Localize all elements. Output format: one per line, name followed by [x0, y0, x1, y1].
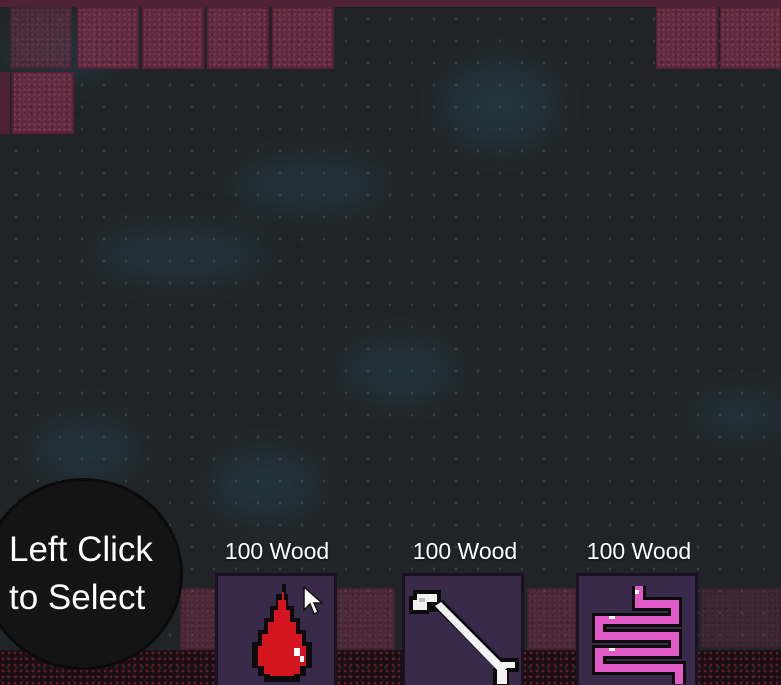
fog-patch — [340, 340, 460, 400]
fog-patch — [230, 160, 390, 210]
flesh-tile — [207, 7, 269, 69]
flesh-tile — [10, 7, 72, 69]
game-viewport[interactable]: Left Click to Select 100 Wood 100 Wood 1… — [0, 0, 781, 685]
fog-patch — [210, 450, 320, 520]
flesh-tile — [720, 7, 781, 69]
select-hint-line2: to Select — [9, 578, 146, 617]
fog-patch — [90, 230, 270, 280]
build-card-intestine[interactable] — [576, 573, 698, 685]
flesh-tile — [272, 7, 334, 69]
flesh-wall-top — [0, 0, 781, 7]
intestine-icon — [592, 586, 686, 684]
mouse-cursor-icon — [303, 586, 323, 616]
select-hint-bubble: Left Click to Select — [0, 481, 180, 667]
flesh-wall-edge — [0, 72, 10, 134]
cost-label-blood: 100 Wood — [224, 538, 330, 564]
flesh-tile — [700, 588, 781, 648]
fog-patch — [690, 395, 781, 435]
bone-icon — [409, 590, 519, 685]
flesh-tile — [656, 7, 718, 69]
fog-patch — [440, 60, 560, 150]
cost-label-bone: 100 Wood — [412, 538, 518, 564]
flesh-tile — [527, 588, 577, 650]
flesh-tile — [77, 7, 139, 69]
fog-patch — [30, 420, 140, 480]
flesh-tile — [12, 72, 74, 134]
flesh-tile — [333, 588, 395, 650]
flesh-tile — [180, 588, 216, 650]
select-hint-line1: Left Click — [9, 530, 153, 569]
cost-label-intestine: 100 Wood — [586, 538, 692, 564]
flesh-tile — [142, 7, 204, 69]
build-card-bone[interactable] — [402, 573, 524, 685]
